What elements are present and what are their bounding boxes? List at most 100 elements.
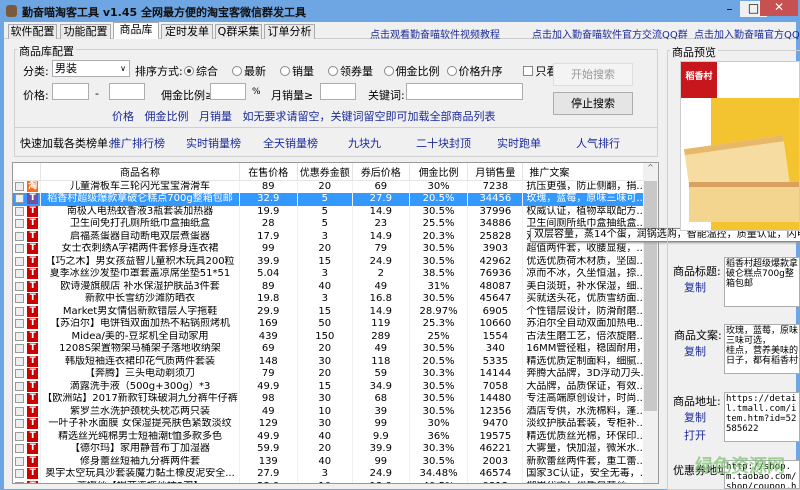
hint-link-price[interactable]: 价格 [112,110,134,123]
table-row[interactable]: T 【巧之木】男女孩益智儿童积木玩具200粒 39.9 15 24.9 30.5% 4296… [13,255,658,268]
row-checkbox[interactable] [15,281,25,291]
commission-input[interactable] [210,83,246,100]
table-row[interactable]: T 【德尔玛】家用静音布丁加湿器 59.9 20 39.9 30.3% 46221 大雾量，快… [13,443,658,456]
tab-function-config[interactable]: 功能配置 [60,24,111,39]
open-url-button[interactable]: 打开 [684,427,706,443]
col-coupon[interactable]: 优惠券金额 [297,163,353,181]
sort-comprehensive-radio[interactable]: 综合 [184,65,218,78]
col-monthly-sales[interactable]: 月销售量 [467,163,524,181]
tab-qq-group-collect[interactable]: Q群采集 [215,24,262,39]
copy-title-button[interactable]: 复制 [684,279,706,295]
title-textarea[interactable]: 稻香村超级爆款拿破仑糕点700g整箱包邮 [724,257,800,307]
quick-daily-sales[interactable]: 全天销量榜 [263,135,318,151]
row-checkbox[interactable] [15,419,25,428]
row-checkbox[interactable] [15,181,25,191]
monthly-sales-input[interactable] [320,83,356,100]
row-checkbox[interactable] [15,394,25,403]
video-tutorial-link[interactable]: 点击观看勤奋喵软件视频教程 [370,26,500,41]
quick-promo-rank[interactable]: 推广排行榜 [110,135,165,151]
row-checkbox[interactable] [15,481,25,483]
row-checkbox[interactable] [15,194,25,203]
table-row[interactable]: T 夏季冰丝沙发垫巾罩套盖凉席坐垫51*51 5.04 3 2 38.5% 76936 凉而不… [13,268,658,281]
tab-scheduled-posting[interactable]: 定时发单 [161,24,213,39]
row-checkbox[interactable] [15,256,25,266]
table-row[interactable]: T 【奔腾】三头电动剃须刀 79 20 59 30.3% 14144 奔腾大品牌，3D浮动刀头… [13,368,658,381]
table-row[interactable]: T 1208S架置物架马桶架子落地收纳架 69 20 49 30.5% 340 16MM管径粗… [13,343,658,356]
join-qq-collect-link[interactable]: 点击加入勤奋喵官方QQ采集 [694,26,800,41]
join-qq-group-link[interactable]: 点击加入勤奋喵软件官方交流QQ群 [532,26,688,41]
sort-coupon-radio[interactable]: 领券量 [328,65,373,78]
row-checkbox[interactable] [15,356,25,366]
row-checkbox[interactable] [15,244,25,253]
table-row[interactable]: 淘儿童滑板车三轮闪光宝宝滑滑车 89 20 69 30% 7238 抗压更强，防止侧翻，捐.… [13,180,658,193]
row-checkbox[interactable] [15,219,25,228]
table-row[interactable]: T 韩版短袖连衣裙印花气质两件套装 148 30 118 20.5% 5335 精选优质定制面… [13,355,658,368]
start-search-button[interactable]: 开始搜索 [553,63,633,86]
sort-commission-radio[interactable]: 佣金比例 [383,65,440,78]
row-checkbox[interactable] [15,269,25,278]
quick-popularity[interactable]: 人气排行 [576,135,620,151]
row-checkbox[interactable] [15,344,25,353]
quick-under-20[interactable]: 二十块封顶 [416,135,471,151]
table-row[interactable]: T 精选丝光纯棉男士短袖潮t恤多款多色 49.9 40 9.9 36% 19575 精选优质丝… [13,430,658,443]
row-checkbox[interactable] [15,369,25,378]
hint-link-commission[interactable]: 佣金比例 [145,110,189,123]
quick-9-9[interactable]: 九块九 [348,135,381,151]
sort-sales-radio[interactable]: 销量 [280,65,314,78]
table-row[interactable]: T 【苏泊尔】电饼铛双面加热不粘锅煎烤机 169 50 119 25.3% 10660 苏泊尔… [13,318,658,331]
col-price[interactable]: 在售价格 [239,163,298,181]
minimize-button[interactable]: – [716,0,743,20]
table-row[interactable]: T Market男女情侣新款错层人字拖鞋 29.9 15 14.9 28.97% 6905 个… [13,305,658,318]
sort-price-asc-radio[interactable]: 价格升序 [446,65,503,78]
quick-realtime-sales[interactable]: 实时销量榜 [186,135,241,151]
copy-copytext-button[interactable]: 复制 [684,343,706,359]
row-checkbox[interactable] [15,331,25,341]
close-button[interactable]: ✕ [760,0,798,16]
table-row[interactable]: T 紫罗兰水洗护颈枕头枕芯两只装 49 10 39 30.5% 12356 酒店专供，水洗棉料… [13,405,658,418]
table-scrollbar[interactable]: ^ [643,163,658,483]
keyword-input[interactable] [406,83,523,100]
table-row[interactable]: T 南极人电热蚊香液3瓶套装加热器 19.9 5 14.9 30.5% 37996 权威认证，… [13,205,658,218]
hint-link-sales[interactable]: 月销量 [199,110,232,123]
stop-search-button[interactable]: 停止搜索 [553,92,633,115]
url-textarea[interactable]: https://detail.tmall.com/item.htm?id=525… [724,392,800,442]
table-row[interactable]: T 欧诗漫旗舰店 补水保湿护肤品3件套 89 40 49 31% 48087 美白淡斑，补水保… [13,280,658,293]
row-checkbox[interactable] [15,306,25,316]
tab-order-analysis[interactable]: 订单分析 [264,24,315,39]
table-row[interactable]: T 稻香村超级爆款拿破仑糕点700g整箱包邮 32.9 5 27.9 20.5% 34456… [13,193,658,206]
row-checkbox[interactable] [15,231,25,241]
copy-url-button[interactable]: 复制 [684,409,706,425]
table-row[interactable]: T 新款中长雪纺沙滩防晒衣 19.8 3 16.8 30.5% 45647 买就送头花，优质雪… [13,293,658,306]
row-checkbox[interactable] [15,294,25,303]
title-bar[interactable]: 勤奋喵淘客工具 v1.45 全网最方便的淘宝客微信群发工具 – □ ✕ [0,0,800,22]
table-row[interactable]: T Midea/美的-豆浆机全自动家用 439 150 289 25% 1554 古法生磨工艺… [13,330,658,343]
table-row[interactable]: T 女士衣刺绣A字裙两件套修身连衣裙 99 20 79 30.5% 3903 超值两件套，收腰… [13,243,658,256]
table-row[interactable]: T 奥宇太空玩具沙套装魔力黏土橡皮泥安全... 27.9 3 24.9 34.48% 465… [13,468,658,481]
table-row[interactable]: T 【欧洲站】2017新款钉珠破洞九分裤牛仔裤 98 30 68 30.5% 14480 专注… [13,393,658,406]
tab-software-config[interactable]: 软件配置 [8,24,57,39]
tab-product-library[interactable]: 商品库 [113,22,159,39]
category-select[interactable]: 男装 ∨ [52,60,130,77]
col-after-coupon[interactable]: 券后价格 [352,163,410,181]
table-row[interactable]: T蒂娜丝【提花连裤丝袜3双】23.91013.940.5%9313柳岩代言！优质… [13,480,658,483]
quick-realtime-orders[interactable]: 实时跑单 [497,135,541,151]
scrollbar-thumb[interactable] [644,181,657,411]
table-row[interactable]: T 滴露洗手液（500g+300g）*3 49.9 15 34.9 30.5% 7058 大品… [13,380,658,393]
row-checkbox[interactable] [15,406,25,416]
col-promo-copy[interactable]: 推广文案 [522,163,658,181]
col-name[interactable]: 商品名称 [40,163,240,181]
sort-newest-radio[interactable]: 最新 [232,65,266,78]
row-checkbox[interactable] [15,206,25,216]
scroll-up-icon[interactable]: ^ [643,163,658,172]
price-min-input[interactable] [52,83,89,100]
row-checkbox[interactable] [15,381,25,391]
row-checkbox[interactable] [15,319,25,328]
row-checkbox[interactable] [15,431,25,441]
copytext-textarea[interactable]: 玫瑰，蓝莓，原味三味可选， 桂点，营养美味的 日子，都有稻香村 [724,324,800,374]
table-row[interactable]: T 修身蕾丝短袖九分裤两件套 139 40 99 30.5% 2003 新款蕾丝两件套，重工蕾… [13,455,658,468]
row-checkbox[interactable] [15,469,25,478]
price-max-input[interactable] [109,83,145,100]
row-checkbox[interactable] [15,444,25,453]
row-checkbox[interactable] [15,456,25,466]
col-commission[interactable]: 佣金比例 [409,163,469,181]
